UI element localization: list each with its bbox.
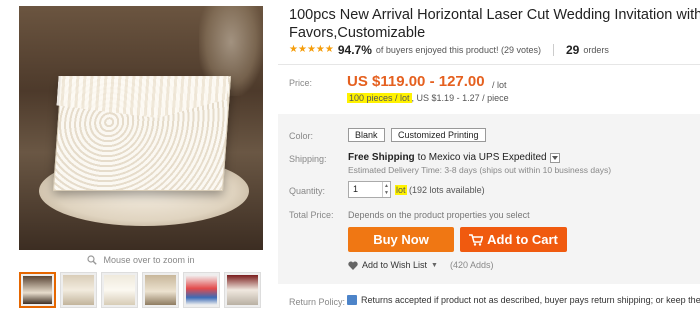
chevron-down-icon[interactable]: ▼ (431, 262, 438, 269)
buy-now-button[interactable]: Buy Now (348, 227, 454, 252)
delivery-estimate: Estimated Delivery Time: 3-8 days (ships… (348, 165, 612, 175)
heart-icon (348, 261, 358, 270)
shipping-dropdown[interactable] (549, 152, 560, 163)
color-option-blank[interactable]: Blank (348, 128, 385, 142)
add-to-wishlist-link[interactable]: Add to Wish List (362, 260, 427, 270)
return-policy-text: Returns accepted if product not as descr… (361, 295, 700, 305)
quantity-availability: lot (192 lots available) (395, 185, 485, 195)
quantity-unit: lot (395, 185, 407, 195)
free-shipping-text: Free Shipping (348, 152, 415, 163)
quantity-value: 1 (353, 184, 359, 194)
wishlist-row: Add to Wish List ▼ (420 Adds) (348, 260, 494, 270)
spin-up-icon[interactable]: ▲ (384, 183, 389, 189)
quantity-label: Quantity: (289, 186, 326, 196)
lots-available: (192 lots available) (409, 185, 485, 195)
divider (278, 64, 700, 65)
quantity-stepper[interactable]: 1 ▲ ▼ (348, 181, 391, 198)
return-policy-icon (347, 295, 357, 305)
price-unit: / lot (492, 80, 507, 90)
star-icon: ★ (315, 44, 325, 55)
rating-percent: 94.7% (337, 43, 372, 57)
orders-label: orders (583, 45, 609, 55)
thumbnail-2[interactable] (60, 272, 97, 308)
main-product-image[interactable] (19, 6, 263, 250)
price-value: US $119.00 - 127.00 (347, 73, 485, 90)
return-policy-label: Return Policy: (289, 297, 346, 307)
rating-text: of buyers enjoyed this product! (29 vote… (375, 45, 541, 55)
total-price-note: Depends on the product properties you se… (348, 210, 530, 220)
shipping-destination: to Mexico via UPS Expedited (417, 152, 547, 163)
divider (552, 44, 554, 56)
magnifier-icon (87, 255, 98, 265)
cart-icon (469, 233, 484, 246)
zoom-hint: Mouse over to zoom in (19, 252, 263, 268)
price-label: Price: (289, 78, 313, 88)
shipping-label: Shipping: (289, 154, 327, 164)
product-title: 100pcs New Arrival Horizontal Laser Cut … (289, 6, 700, 42)
star-icon: ★ (306, 44, 316, 55)
wishlist-adds-count: (420 Adds) (449, 260, 494, 270)
add-to-cart-label: Add to Cart (487, 232, 558, 247)
thumbnail-1[interactable] (19, 272, 56, 308)
pieces-info: 100 pieces / lot, US $1.19 - 1.27 / piec… (347, 93, 509, 103)
thumbnail-6[interactable] (224, 272, 261, 308)
thumbnail-4[interactable] (142, 272, 179, 308)
add-to-cart-button[interactable]: Add to Cart (460, 227, 567, 252)
star-icon: ★ (297, 44, 307, 55)
color-label: Color: (289, 131, 314, 141)
rating-row: ★ ★ ★ ★ ★ 94.7% of buyers enjoyed this p… (289, 43, 609, 57)
buy-now-label: Buy Now (373, 232, 429, 247)
star-icon: ★ (289, 44, 298, 55)
shipping-method: Free Shipping to Mexico via UPS Expedite… (348, 152, 560, 163)
spin-down-icon[interactable]: ▼ (384, 190, 389, 196)
thumbnail-strip (19, 272, 261, 308)
return-policy: Returns accepted if product not as descr… (347, 295, 700, 305)
product-title-line2: Favors,Customizable (289, 25, 426, 41)
thumbnail-3[interactable] (101, 272, 138, 308)
total-price-label: Total Price: (289, 210, 334, 220)
star-icon: ★ (324, 44, 334, 55)
zoom-hint-text: Mouse over to zoom in (103, 255, 195, 265)
price-per-piece: , US $1.19 - 1.27 / piece (411, 93, 509, 103)
quantity-spinner[interactable]: ▲ ▼ (382, 182, 390, 197)
color-option-customized-printing[interactable]: Customized Printing (391, 128, 486, 142)
purchase-options-panel (278, 114, 700, 284)
thumbnail-5[interactable] (183, 272, 220, 308)
pieces-per-lot: 100 pieces / lot (347, 93, 412, 103)
product-title-line1: 100pcs New Arrival Horizontal Laser Cut … (289, 7, 700, 23)
orders-count: 29 (565, 43, 580, 57)
rating-stars[interactable]: ★ ★ ★ ★ ★ (289, 45, 334, 55)
chevron-down-icon (551, 155, 558, 160)
